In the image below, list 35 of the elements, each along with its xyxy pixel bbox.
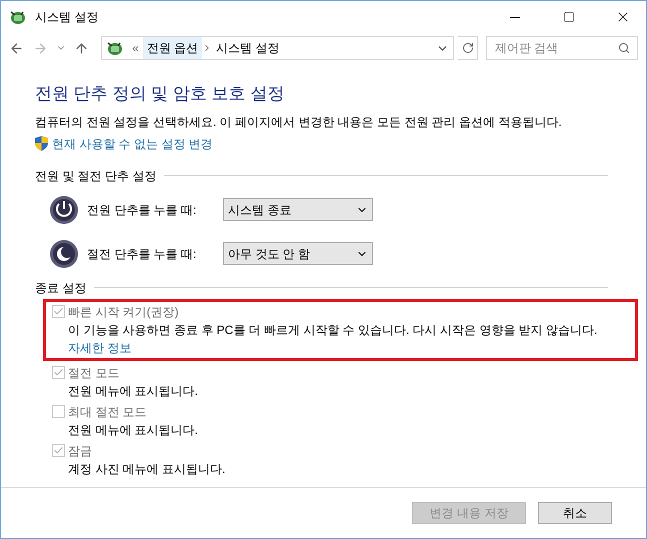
checkbox-label: 빠른 시작 켜기(권장): [68, 304, 179, 320]
battery-plug-icon: [106, 40, 124, 56]
search-icon: [618, 42, 630, 54]
search-field[interactable]: 제어판 검색: [486, 36, 638, 60]
row-label: 절전 단추를 누를 때:: [87, 246, 198, 262]
option-description: 계정 사진 메뉴에 표시됩니다.: [67, 460, 226, 478]
minimize-icon: [510, 16, 520, 18]
shield-icon: [35, 136, 48, 151]
address-bar[interactable]: « 전원 옵션 시스템 설정: [101, 36, 454, 60]
section-title: 전원 및 절전 단추 설정: [35, 168, 156, 184]
description-text: 컴퓨터의 전원 설정을 선택하세요. 이 페이지에서 변경한 내용은 모든 전원 관리 옵션에 적용됩니다.: [35, 114, 563, 130]
forward-arrow-icon: [32, 40, 48, 56]
action-dropdown[interactable]: 시스템 종료: [223, 198, 373, 221]
refresh-button[interactable]: [458, 36, 478, 60]
window-title: 시스템 설정: [35, 9, 98, 26]
option-description: 전원 메뉴에 표시됩니다.: [67, 422, 200, 438]
option-description: 이 기능을 사용하면 종료 후 PC를 더 빠르게 시작할 수 있습니다. 다시 시작은 영향을 받지 않습니다.: [67, 322, 598, 338]
breadcrumb[interactable]: 전원 옵션: [142, 37, 202, 59]
checkbox-label: 절전 모드: [68, 364, 120, 382]
checkbox-label: 최대 절전 모드: [68, 404, 147, 420]
checkbox-label: 잠금: [68, 442, 92, 460]
power-icon: [49, 194, 79, 224]
overflow-chevron[interactable]: «: [128, 39, 143, 57]
refresh-icon: [462, 42, 474, 54]
option-description: 전원 메뉴에 표시됩니다.: [67, 382, 200, 400]
maximize-icon: [563, 11, 575, 23]
breadcrumb[interactable]: 시스템 설정: [212, 37, 284, 59]
change-settings-link[interactable]: 현재 사용할 수 없는 설정 변경: [52, 134, 213, 152]
row-label: 전원 단추를 누를 때:: [87, 202, 198, 218]
section-title: 종료 설정: [35, 280, 86, 296]
cancel-button[interactable]: 취소: [538, 502, 612, 524]
battery-plug-icon: [9, 9, 27, 25]
page-heading: 전원 단추 정의 및 암호 보호 설정: [35, 83, 286, 105]
moon-icon: [49, 238, 79, 268]
action-dropdown[interactable]: 아무 것도 안 함: [223, 242, 373, 265]
